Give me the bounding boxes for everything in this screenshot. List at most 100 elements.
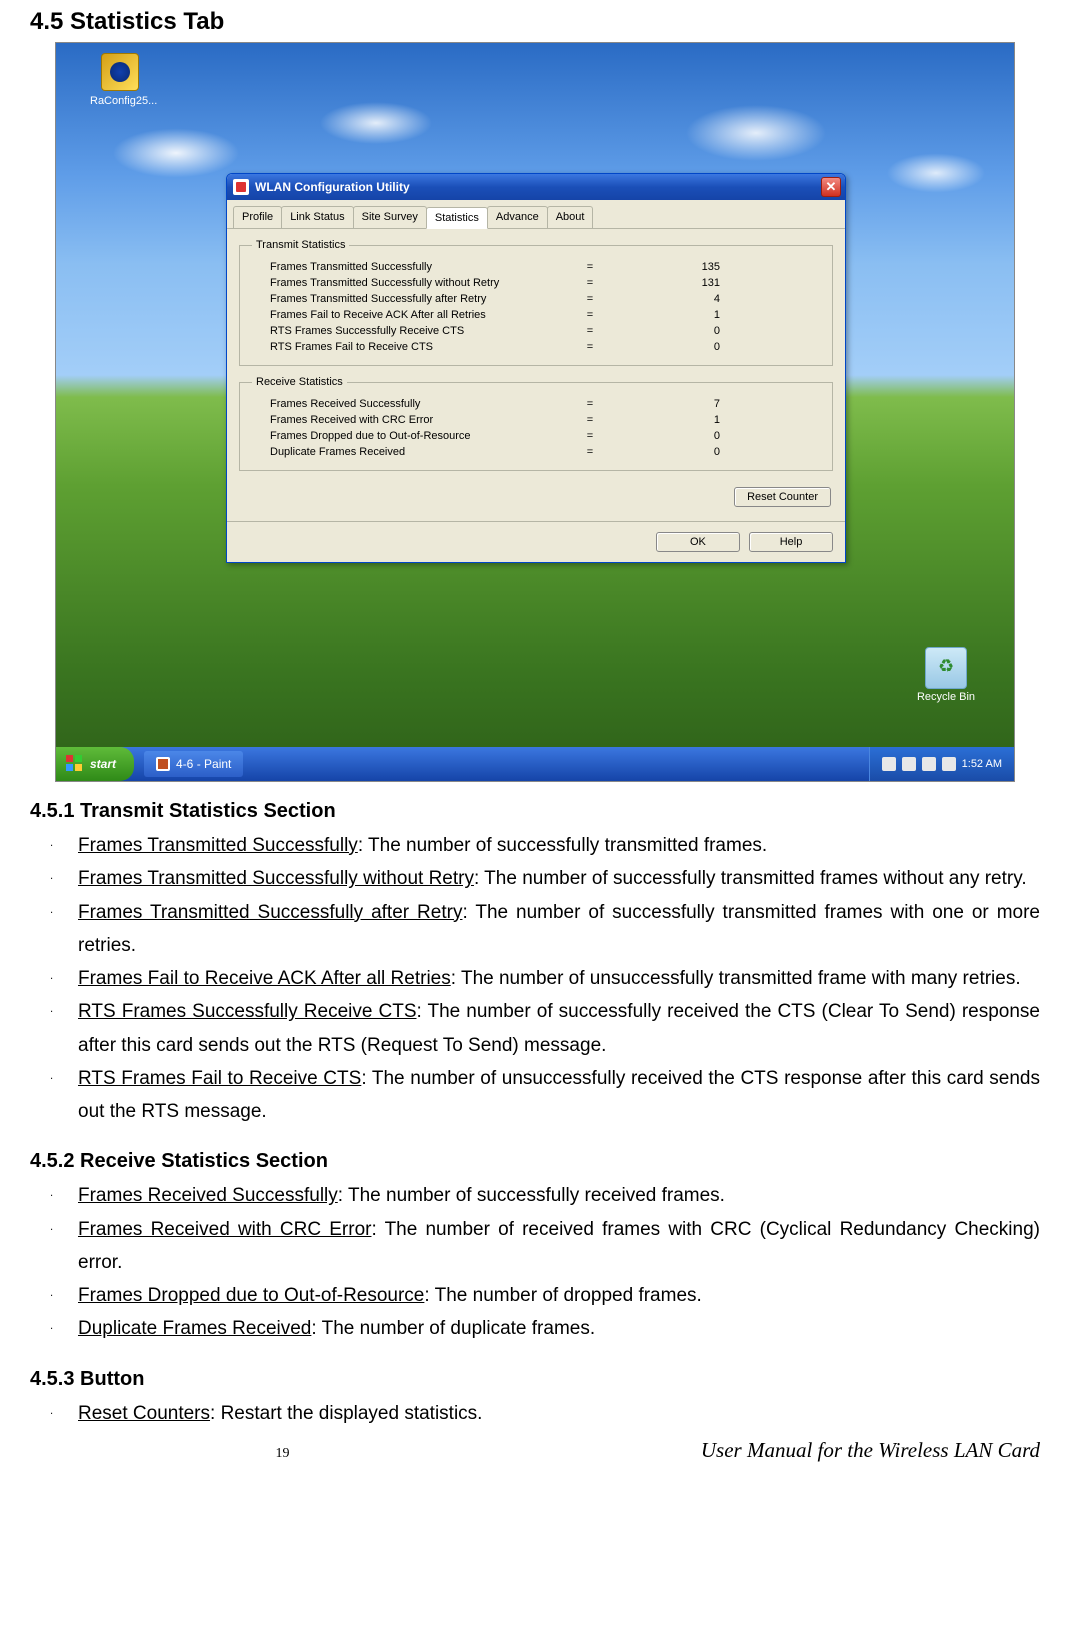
- list-item: ‧Reset Counters: Restart the displayed s…: [30, 1397, 1040, 1430]
- section-heading: 4.5 Statistics Tab: [30, 8, 1040, 36]
- taskbar-item-paint[interactable]: 4-6 - Paint: [144, 751, 243, 777]
- list-item: ‧RTS Frames Successfully Receive CTS: Th…: [30, 995, 1040, 1062]
- term: Frames Received with CRC Error: [78, 1219, 371, 1240]
- stat-label: Duplicate Frames Received: [270, 446, 560, 458]
- term: Duplicate Frames Received: [78, 1318, 311, 1339]
- stat-row: Frames Transmitted Successfully without …: [252, 275, 820, 291]
- transmit-statistics-group: Transmit Statistics Frames Transmitted S…: [239, 239, 833, 366]
- desktop-icon-label: RaConfig25...: [90, 95, 150, 107]
- stat-value: 0: [620, 430, 720, 442]
- tab-advance[interactable]: Advance: [487, 206, 548, 228]
- start-button[interactable]: start: [56, 747, 134, 781]
- bullet-icon: ‧: [50, 962, 78, 995]
- paint-icon: [156, 757, 170, 771]
- list-item: ‧Frames Transmitted Successfully: The nu…: [30, 829, 1040, 862]
- term: RTS Frames Successfully Receive CTS: [78, 1001, 417, 1022]
- term: Frames Transmitted Successfully after Re…: [78, 902, 462, 923]
- bullet-icon: ‧: [50, 1279, 78, 1312]
- screenshot: RaConfig25... Recycle Bin WLAN Configura…: [55, 42, 1015, 782]
- tray-icon: [942, 757, 956, 771]
- bullet-list: ‧Reset Counters: Restart the displayed s…: [30, 1397, 1040, 1430]
- start-label: start: [90, 757, 116, 771]
- reset-counter-button[interactable]: Reset Counter: [734, 487, 831, 507]
- desktop-icon-label: Recycle Bin: [916, 691, 976, 703]
- bullet-icon: ‧: [50, 862, 78, 895]
- tab-profile[interactable]: Profile: [233, 206, 282, 228]
- term: Frames Fail to Receive ACK After all Ret…: [78, 968, 451, 989]
- list-item: ‧Duplicate Frames Received: The number o…: [30, 1312, 1040, 1345]
- term: Frames Transmitted Successfully: [78, 835, 358, 856]
- list-item: ‧Frames Fail to Receive ACK After all Re…: [30, 962, 1040, 995]
- stat-row: Duplicate Frames Received=0: [252, 444, 820, 460]
- equals-sign: =: [560, 325, 620, 337]
- equals-sign: =: [560, 309, 620, 321]
- stat-label: Frames Fail to Receive ACK After all Ret…: [270, 309, 560, 321]
- definition: : The number of successfully transmitted…: [474, 868, 1027, 889]
- desktop-icon-recycle-bin[interactable]: Recycle Bin: [916, 647, 976, 703]
- raconfig-icon: [101, 53, 139, 91]
- term: Frames Transmitted Successfully without …: [78, 868, 474, 889]
- list-item: ‧Frames Received with CRC Error: The num…: [30, 1213, 1040, 1280]
- stat-value: 1: [620, 309, 720, 321]
- tray-icon: [922, 757, 936, 771]
- window-title: WLAN Configuration Utility: [255, 180, 821, 194]
- stat-row: RTS Frames Fail to Receive CTS=0: [252, 339, 820, 355]
- rx-legend: Receive Statistics: [252, 376, 347, 388]
- stat-value: 131: [620, 277, 720, 289]
- definition: : Restart the displayed statistics.: [210, 1403, 482, 1424]
- app-icon: [233, 179, 249, 195]
- tab-about[interactable]: About: [547, 206, 594, 228]
- equals-sign: =: [560, 277, 620, 289]
- bullet-icon: ‧: [50, 1397, 78, 1430]
- bullet-icon: ‧: [50, 1179, 78, 1212]
- stat-row: Frames Fail to Receive ACK After all Ret…: [252, 307, 820, 323]
- taskbar: start 4-6 - Paint 1:52 AM: [56, 747, 1014, 781]
- taskbar-item-label: 4-6 - Paint: [176, 757, 231, 771]
- tab-statistics[interactable]: Statistics: [426, 207, 488, 229]
- ok-button[interactable]: OK: [656, 532, 740, 552]
- bullet-icon: ‧: [50, 995, 78, 1062]
- equals-sign: =: [560, 414, 620, 426]
- bullet-list: ‧Frames Transmitted Successfully: The nu…: [30, 829, 1040, 1128]
- help-button[interactable]: Help: [749, 532, 833, 552]
- list-item: ‧Frames Transmitted Successfully after R…: [30, 896, 1040, 963]
- definition: : The number of successfully transmitted…: [358, 835, 767, 856]
- bullet-icon: ‧: [50, 1312, 78, 1345]
- system-tray[interactable]: 1:52 AM: [869, 747, 1014, 781]
- desktop-icon-raconfig[interactable]: RaConfig25...: [90, 53, 150, 107]
- bullet-icon: ‧: [50, 1062, 78, 1129]
- subsection-heading: 4.5.3 Button: [30, 1368, 1040, 1391]
- tab-bar: Profile Link Status Site Survey Statisti…: [227, 200, 845, 229]
- equals-sign: =: [560, 293, 620, 305]
- stat-row: Frames Received Successfully=7: [252, 396, 820, 412]
- tab-link-status[interactable]: Link Status: [281, 206, 353, 228]
- book-title: User Manual for the Wireless LAN Card: [535, 1438, 1040, 1463]
- panel-statistics: Transmit Statistics Frames Transmitted S…: [227, 229, 845, 521]
- receive-statistics-group: Receive Statistics Frames Received Succe…: [239, 376, 833, 471]
- reset-row: Reset Counter: [239, 481, 833, 507]
- stat-label: Frames Dropped due to Out-of-Resource: [270, 430, 560, 442]
- tab-site-survey[interactable]: Site Survey: [353, 206, 427, 228]
- term: Frames Dropped due to Out-of-Resource: [78, 1285, 424, 1306]
- stat-label: Frames Transmitted Successfully without …: [270, 277, 560, 289]
- bullet-list: ‧Frames Received Successfully: The numbe…: [30, 1179, 1040, 1345]
- definition: : The number of successfully received fr…: [338, 1185, 725, 1206]
- wlan-config-window: WLAN Configuration Utility ✕ Profile Lin…: [226, 173, 846, 563]
- tray-clock: 1:52 AM: [962, 758, 1002, 770]
- windows-logo-icon: [66, 755, 84, 773]
- stat-value: 135: [620, 261, 720, 273]
- stat-label: Frames Received Successfully: [270, 398, 560, 410]
- list-item: ‧Frames Dropped due to Out-of-Resource: …: [30, 1279, 1040, 1312]
- stat-label: Frames Received with CRC Error: [270, 414, 560, 426]
- stat-value: 7: [620, 398, 720, 410]
- tray-icon: [902, 757, 916, 771]
- close-button[interactable]: ✕: [821, 177, 841, 197]
- page-footer: 19 User Manual for the Wireless LAN Card: [30, 1438, 1040, 1463]
- stat-row: Frames Transmitted Successfully after Re…: [252, 291, 820, 307]
- definition: : The number of unsuccessfully transmitt…: [451, 968, 1021, 989]
- titlebar[interactable]: WLAN Configuration Utility ✕: [227, 174, 845, 200]
- stat-label: Frames Transmitted Successfully: [270, 261, 560, 273]
- stat-label: RTS Frames Successfully Receive CTS: [270, 325, 560, 337]
- stat-value: 0: [620, 341, 720, 353]
- stat-row: RTS Frames Successfully Receive CTS=0: [252, 323, 820, 339]
